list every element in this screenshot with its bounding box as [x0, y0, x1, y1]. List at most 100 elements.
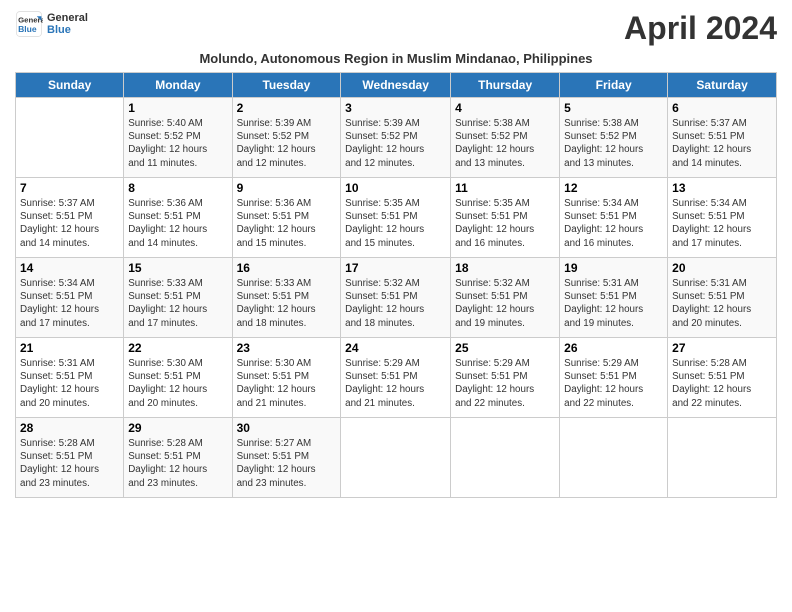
calendar-day-cell: 4Sunrise: 5:38 AM Sunset: 5:52 PM Daylig… [451, 98, 560, 178]
day-number: 9 [237, 181, 337, 195]
day-number: 6 [672, 101, 772, 115]
calendar-week-row: 7Sunrise: 5:37 AM Sunset: 5:51 PM Daylig… [16, 178, 777, 258]
calendar-day-cell: 7Sunrise: 5:37 AM Sunset: 5:51 PM Daylig… [16, 178, 124, 258]
page-header: General Blue General Blue April 2024 [15, 10, 777, 47]
calendar-day-cell: 8 Sunrise: 5:36 AM Sunset: 5:51 PM Daylig… [124, 178, 232, 258]
day-info: Sunrise: 5:38 AM Sunset: 5:52 PM Dayligh… [455, 117, 555, 170]
day-number: 20 [672, 261, 772, 275]
calendar-day-cell [341, 418, 451, 498]
calendar-day-cell: 27 Sunrise: 5:28 AM Sunset: 5:51 PM Dayli… [668, 338, 777, 418]
day-info: Sunrise: 5:30 AM Sunset: 5:51 PM Dayligh… [128, 357, 227, 410]
day-number: 15 [128, 261, 227, 275]
logo: General Blue General Blue [15, 10, 88, 38]
day-info: Sunrise: 5:33 AM Sunset: 5:51 PM Dayligh… [237, 277, 337, 330]
calendar-day-cell: 6 Sunrise: 5:37 AM Sunset: 5:51 PM Daylig… [668, 98, 777, 178]
weekday-header-row: SundayMondayTuesdayWednesdayThursdayFrid… [16, 73, 777, 98]
weekday-header: Saturday [668, 73, 777, 98]
calendar-day-cell: 11Sunrise: 5:35 AM Sunset: 5:51 PM Dayli… [451, 178, 560, 258]
day-info: Sunrise: 5:29 AM Sunset: 5:51 PM Dayligh… [455, 357, 555, 410]
calendar-day-cell: 15 Sunrise: 5:33 AM Sunset: 5:51 PM Dayli… [124, 258, 232, 338]
calendar-day-cell: 30Sunrise: 5:27 AM Sunset: 5:51 PM Dayli… [232, 418, 341, 498]
calendar-day-cell: 9 Sunrise: 5:36 AM Sunset: 5:51 PM Daylig… [232, 178, 341, 258]
day-info: Sunrise: 5:39 AM Sunset: 5:52 PM Dayligh… [345, 117, 446, 170]
month-title: April 2024 [624, 10, 777, 47]
calendar-table: SundayMondayTuesdayWednesdayThursdayFrid… [15, 72, 777, 498]
day-number: 26 [564, 341, 663, 355]
day-number: 7 [20, 181, 119, 195]
day-info: Sunrise: 5:40 AM Sunset: 5:52 PM Dayligh… [128, 117, 227, 170]
weekday-header: Tuesday [232, 73, 341, 98]
day-info: Sunrise: 5:31 AM Sunset: 5:51 PM Dayligh… [20, 357, 119, 410]
day-number: 16 [237, 261, 337, 275]
calendar-day-cell: 19 Sunrise: 5:31 AM Sunset: 5:51 PM Dayli… [560, 258, 668, 338]
day-info: Sunrise: 5:28 AM Sunset: 5:51 PM Dayligh… [128, 437, 227, 490]
calendar-day-cell: 28 Sunrise: 5:28 AM Sunset: 5:51 PM Dayli… [16, 418, 124, 498]
day-number: 19 [564, 261, 663, 275]
calendar-day-cell: 16 Sunrise: 5:33 AM Sunset: 5:51 PM Dayli… [232, 258, 341, 338]
day-info: Sunrise: 5:33 AM Sunset: 5:51 PM Dayligh… [128, 277, 227, 330]
day-number: 1 [128, 101, 227, 115]
day-number: 14 [20, 261, 119, 275]
day-number: 29 [128, 421, 227, 435]
day-number: 13 [672, 181, 772, 195]
day-info: Sunrise: 5:35 AM Sunset: 5:51 PM Dayligh… [345, 197, 446, 250]
svg-text:Blue: Blue [18, 24, 37, 34]
day-number: 18 [455, 261, 555, 275]
calendar-week-row: 1 Sunrise: 5:40 AM Sunset: 5:52 PM Daylig… [16, 98, 777, 178]
calendar-day-cell: 17 Sunrise: 5:32 AM Sunset: 5:51 PM Dayli… [341, 258, 451, 338]
calendar-day-cell: 20 Sunrise: 5:31 AM Sunset: 5:51 PM Dayli… [668, 258, 777, 338]
day-number: 30 [237, 421, 337, 435]
day-number: 17 [345, 261, 446, 275]
calendar-day-cell: 24 Sunrise: 5:29 AM Sunset: 5:51 PM Dayli… [341, 338, 451, 418]
calendar-day-cell: 5 Sunrise: 5:38 AM Sunset: 5:52 PM Daylig… [560, 98, 668, 178]
calendar-day-cell: 21 Sunrise: 5:31 AM Sunset: 5:51 PM Dayli… [16, 338, 124, 418]
day-info: Sunrise: 5:31 AM Sunset: 5:51 PM Dayligh… [672, 277, 772, 330]
day-info: Sunrise: 5:28 AM Sunset: 5:51 PM Dayligh… [20, 437, 119, 490]
day-number: 23 [237, 341, 337, 355]
weekday-header: Sunday [16, 73, 124, 98]
calendar-day-cell [560, 418, 668, 498]
calendar-day-cell: 3 Sunrise: 5:39 AM Sunset: 5:52 PM Daylig… [341, 98, 451, 178]
weekday-header: Thursday [451, 73, 560, 98]
day-number: 5 [564, 101, 663, 115]
day-info: Sunrise: 5:32 AM Sunset: 5:51 PM Dayligh… [455, 277, 555, 330]
day-info: Sunrise: 5:38 AM Sunset: 5:52 PM Dayligh… [564, 117, 663, 170]
day-number: 28 [20, 421, 119, 435]
day-number: 21 [20, 341, 119, 355]
day-number: 10 [345, 181, 446, 195]
day-info: Sunrise: 5:31 AM Sunset: 5:51 PM Dayligh… [564, 277, 663, 330]
day-info: Sunrise: 5:36 AM Sunset: 5:51 PM Dayligh… [237, 197, 337, 250]
day-number: 12 [564, 181, 663, 195]
calendar-day-cell: 12 Sunrise: 5:34 AM Sunset: 5:51 PM Dayli… [560, 178, 668, 258]
calendar-day-cell: 2 Sunrise: 5:39 AM Sunset: 5:52 PM Daylig… [232, 98, 341, 178]
day-number: 24 [345, 341, 446, 355]
calendar-day-cell: 14Sunrise: 5:34 AM Sunset: 5:51 PM Dayli… [16, 258, 124, 338]
day-number: 3 [345, 101, 446, 115]
calendar-day-cell: 25 Sunrise: 5:29 AM Sunset: 5:51 PM Dayli… [451, 338, 560, 418]
day-number: 22 [128, 341, 227, 355]
day-info: Sunrise: 5:29 AM Sunset: 5:51 PM Dayligh… [345, 357, 446, 410]
day-number: 8 [128, 181, 227, 195]
day-info: Sunrise: 5:29 AM Sunset: 5:51 PM Dayligh… [564, 357, 663, 410]
day-info: Sunrise: 5:32 AM Sunset: 5:51 PM Dayligh… [345, 277, 446, 330]
day-number: 25 [455, 341, 555, 355]
day-number: 2 [237, 101, 337, 115]
calendar-week-row: 14Sunrise: 5:34 AM Sunset: 5:51 PM Dayli… [16, 258, 777, 338]
calendar-day-cell [451, 418, 560, 498]
day-number: 27 [672, 341, 772, 355]
calendar-day-cell: 18 Sunrise: 5:32 AM Sunset: 5:51 PM Dayli… [451, 258, 560, 338]
calendar-day-cell: 23 Sunrise: 5:30 AM Sunset: 5:51 PM Dayli… [232, 338, 341, 418]
logo-text: General Blue [47, 12, 88, 36]
day-info: Sunrise: 5:34 AM Sunset: 5:51 PM Dayligh… [564, 197, 663, 250]
calendar-day-cell: 29 Sunrise: 5:28 AM Sunset: 5:51 PM Dayli… [124, 418, 232, 498]
day-info: Sunrise: 5:36 AM Sunset: 5:51 PM Dayligh… [128, 197, 227, 250]
day-info: Sunrise: 5:28 AM Sunset: 5:51 PM Dayligh… [672, 357, 772, 410]
day-info: Sunrise: 5:34 AM Sunset: 5:51 PM Dayligh… [672, 197, 772, 250]
day-info: Sunrise: 5:39 AM Sunset: 5:52 PM Dayligh… [237, 117, 337, 170]
calendar-week-row: 28 Sunrise: 5:28 AM Sunset: 5:51 PM Dayli… [16, 418, 777, 498]
logo-icon: General Blue [15, 10, 43, 38]
day-info: Sunrise: 5:30 AM Sunset: 5:51 PM Dayligh… [237, 357, 337, 410]
day-info: Sunrise: 5:37 AM Sunset: 5:51 PM Dayligh… [672, 117, 772, 170]
calendar-day-cell [16, 98, 124, 178]
calendar-day-cell: 13 Sunrise: 5:34 AM Sunset: 5:51 PM Dayli… [668, 178, 777, 258]
